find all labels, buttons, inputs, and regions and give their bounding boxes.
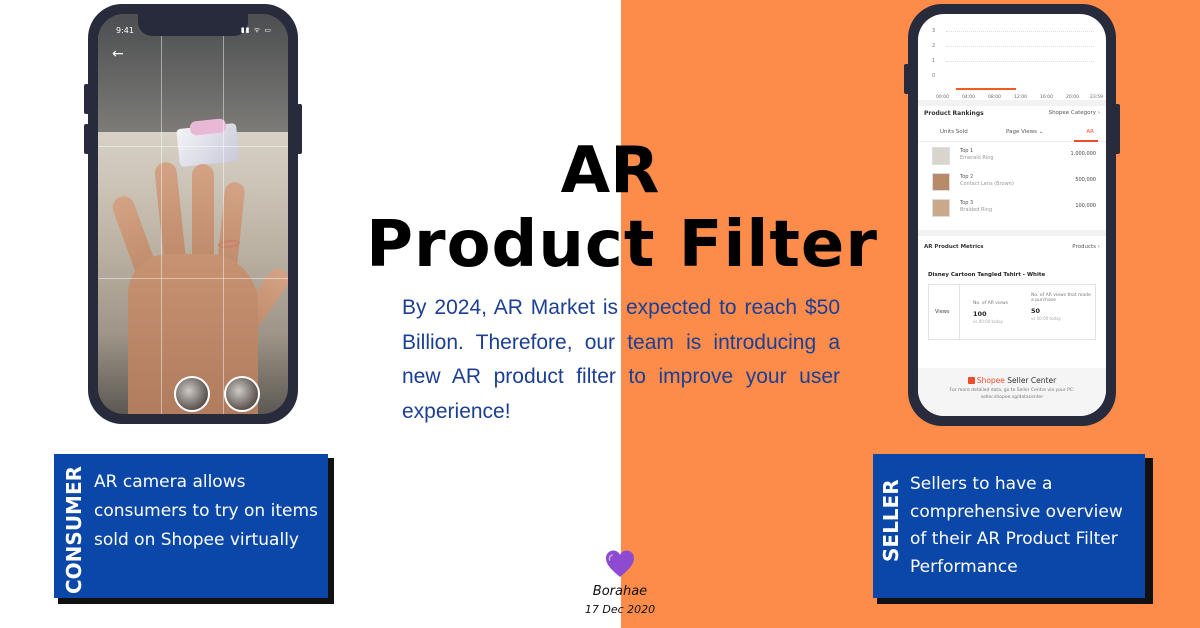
- seller-card: SELLER Sellers to have a comprehensive o…: [873, 454, 1145, 598]
- consumer-card: CONSUMER AR camera allows consumers to t…: [54, 454, 328, 598]
- ring-filter-option[interactable]: [224, 376, 260, 412]
- seller-center-note: For more detailed data, go to Seller Cen…: [949, 388, 1075, 400]
- page-title-line2: Product Filter: [366, 208, 878, 282]
- metrics-row-label: Views: [935, 309, 950, 315]
- y-tick-label: 2: [932, 43, 936, 49]
- status-time: 9:41: [116, 26, 134, 35]
- ring-filter-option[interactable]: [174, 376, 210, 412]
- page-title-line1: AR: [560, 134, 660, 208]
- metric-ar-purchases: No. of AR views that made a purchase 50 …: [1031, 293, 1091, 321]
- phone-notch: [138, 14, 248, 36]
- shopee-bag-icon: [967, 377, 975, 384]
- y-tick-label: 1: [932, 58, 936, 64]
- product-rankings-title: Product Rankings: [924, 110, 984, 117]
- y-tick-label: 0: [932, 73, 936, 79]
- consumer-card-label: CONSUMER: [62, 465, 86, 594]
- y-tick-label: 3: [932, 28, 936, 34]
- status-icons: ▮▮ ᯤ ▭: [240, 26, 272, 34]
- shopee-category-link[interactable]: Shopee Category ›: [1049, 110, 1100, 116]
- metric-ar-views: No. of AR views 100 vs 00:00 today: [973, 301, 1009, 324]
- signature-name: Borahae: [592, 584, 648, 599]
- ar-views-chart: 3 2 1 0 00:00 04:00 08:00 12:00 16:00 20…: [918, 28, 1106, 106]
- purple-heart-icon: [606, 550, 634, 577]
- seller-card-text: Sellers to have a comprehensive overview…: [910, 474, 1123, 577]
- back-arrow-icon[interactable]: ←: [112, 46, 124, 62]
- chart-series-line: [956, 88, 1016, 90]
- seller-card-label: SELLER: [879, 479, 903, 562]
- metrics-table: Views No. of AR views 100 vs 00:00 today…: [928, 284, 1096, 340]
- consumer-card-text: AR camera allows consumers to try on ite…: [94, 472, 318, 550]
- seller-center-footer: Shopee Seller Center For more detailed d…: [918, 368, 1106, 416]
- description-paragraph: By 2024, AR Market is expected to reach …: [402, 296, 840, 423]
- seller-center-brand: Shopee Seller Center: [918, 376, 1106, 385]
- signature-date: 17 Dec 2020: [584, 603, 656, 616]
